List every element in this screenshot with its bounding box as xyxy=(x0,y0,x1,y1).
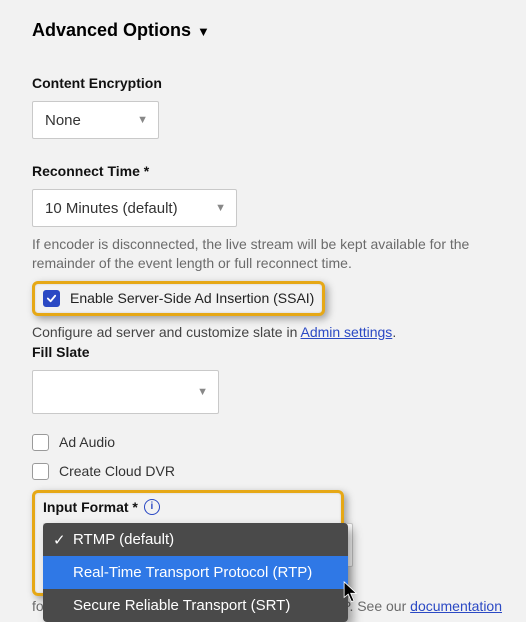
cloud-dvr-row[interactable]: Create Cloud DVR xyxy=(32,463,502,480)
cloud-dvr-label: Create Cloud DVR xyxy=(59,463,175,479)
chevron-down-icon: ▼ xyxy=(197,386,208,398)
input-format-label-row: Input Format * i xyxy=(43,499,333,515)
check-icon: ✓ xyxy=(53,531,66,549)
documentation-link[interactable]: documentation xyxy=(410,598,502,614)
option-label: Real-Time Transport Protocol (RTP) xyxy=(73,564,312,581)
option-label: Secure Reliable Transport (SRT) xyxy=(73,597,290,614)
chevron-down-icon: ▼ xyxy=(215,202,226,214)
reconnect-time-value: 10 Minutes (default) xyxy=(45,200,178,217)
input-format-option-rtmp[interactable]: ✓ RTMP (default) xyxy=(43,523,348,556)
reconnect-time-select[interactable]: 10 Minutes (default) ▼ xyxy=(32,189,237,227)
ssai-config-post: . xyxy=(392,324,396,340)
cloud-dvr-checkbox[interactable] xyxy=(32,463,49,480)
content-encryption-label: Content Encryption xyxy=(32,75,502,91)
ssai-highlight: Enable Server-Side Ad Insertion (SSAI) xyxy=(32,281,325,316)
ssai-checkbox-row[interactable]: Enable Server-Side Ad Insertion (SSAI) xyxy=(43,290,314,307)
reconnect-time-help: If encoder is disconnected, the live str… xyxy=(32,235,502,273)
footer-tail: CP. See our documentation xyxy=(332,598,502,614)
chevron-down-icon: ▼ xyxy=(137,114,148,126)
ssai-config-line: Configure ad server and customize slate … xyxy=(32,324,502,340)
ssai-config-pre: Configure ad server and customize slate … xyxy=(32,324,300,340)
content-encryption-value: None xyxy=(45,112,81,129)
section-title[interactable]: Advanced Options ▼ xyxy=(32,20,502,41)
input-format-dropdown[interactable]: ✓ RTMP (default) Real-Time Transport Pro… xyxy=(43,523,348,622)
content-encryption-select[interactable]: None ▼ xyxy=(32,101,159,139)
ssai-label: Enable Server-Side Ad Insertion (SSAI) xyxy=(70,290,314,306)
fill-slate-label: Fill Slate xyxy=(32,344,502,360)
ad-audio-row[interactable]: Ad Audio xyxy=(32,434,502,451)
section-title-text: Advanced Options xyxy=(32,20,191,41)
input-format-option-rtp[interactable]: Real-Time Transport Protocol (RTP) xyxy=(43,556,348,589)
input-format-option-srt[interactable]: Secure Reliable Transport (SRT) xyxy=(43,589,348,622)
ad-audio-label: Ad Audio xyxy=(59,434,115,450)
admin-settings-link[interactable]: Admin settings xyxy=(300,324,392,340)
input-format-highlight: Input Format * i RTMP (default) ▼ ✓ RTMP… xyxy=(32,490,344,596)
chevron-down-icon: ▼ xyxy=(197,24,210,39)
fill-slate-select[interactable]: ▼ xyxy=(32,370,219,414)
option-label: RTMP (default) xyxy=(73,531,174,548)
reconnect-time-label: Reconnect Time * xyxy=(32,163,502,179)
ad-audio-checkbox[interactable] xyxy=(32,434,49,451)
info-icon[interactable]: i xyxy=(144,499,160,515)
input-format-label: Input Format * xyxy=(43,499,138,515)
ssai-checkbox[interactable] xyxy=(43,290,60,307)
